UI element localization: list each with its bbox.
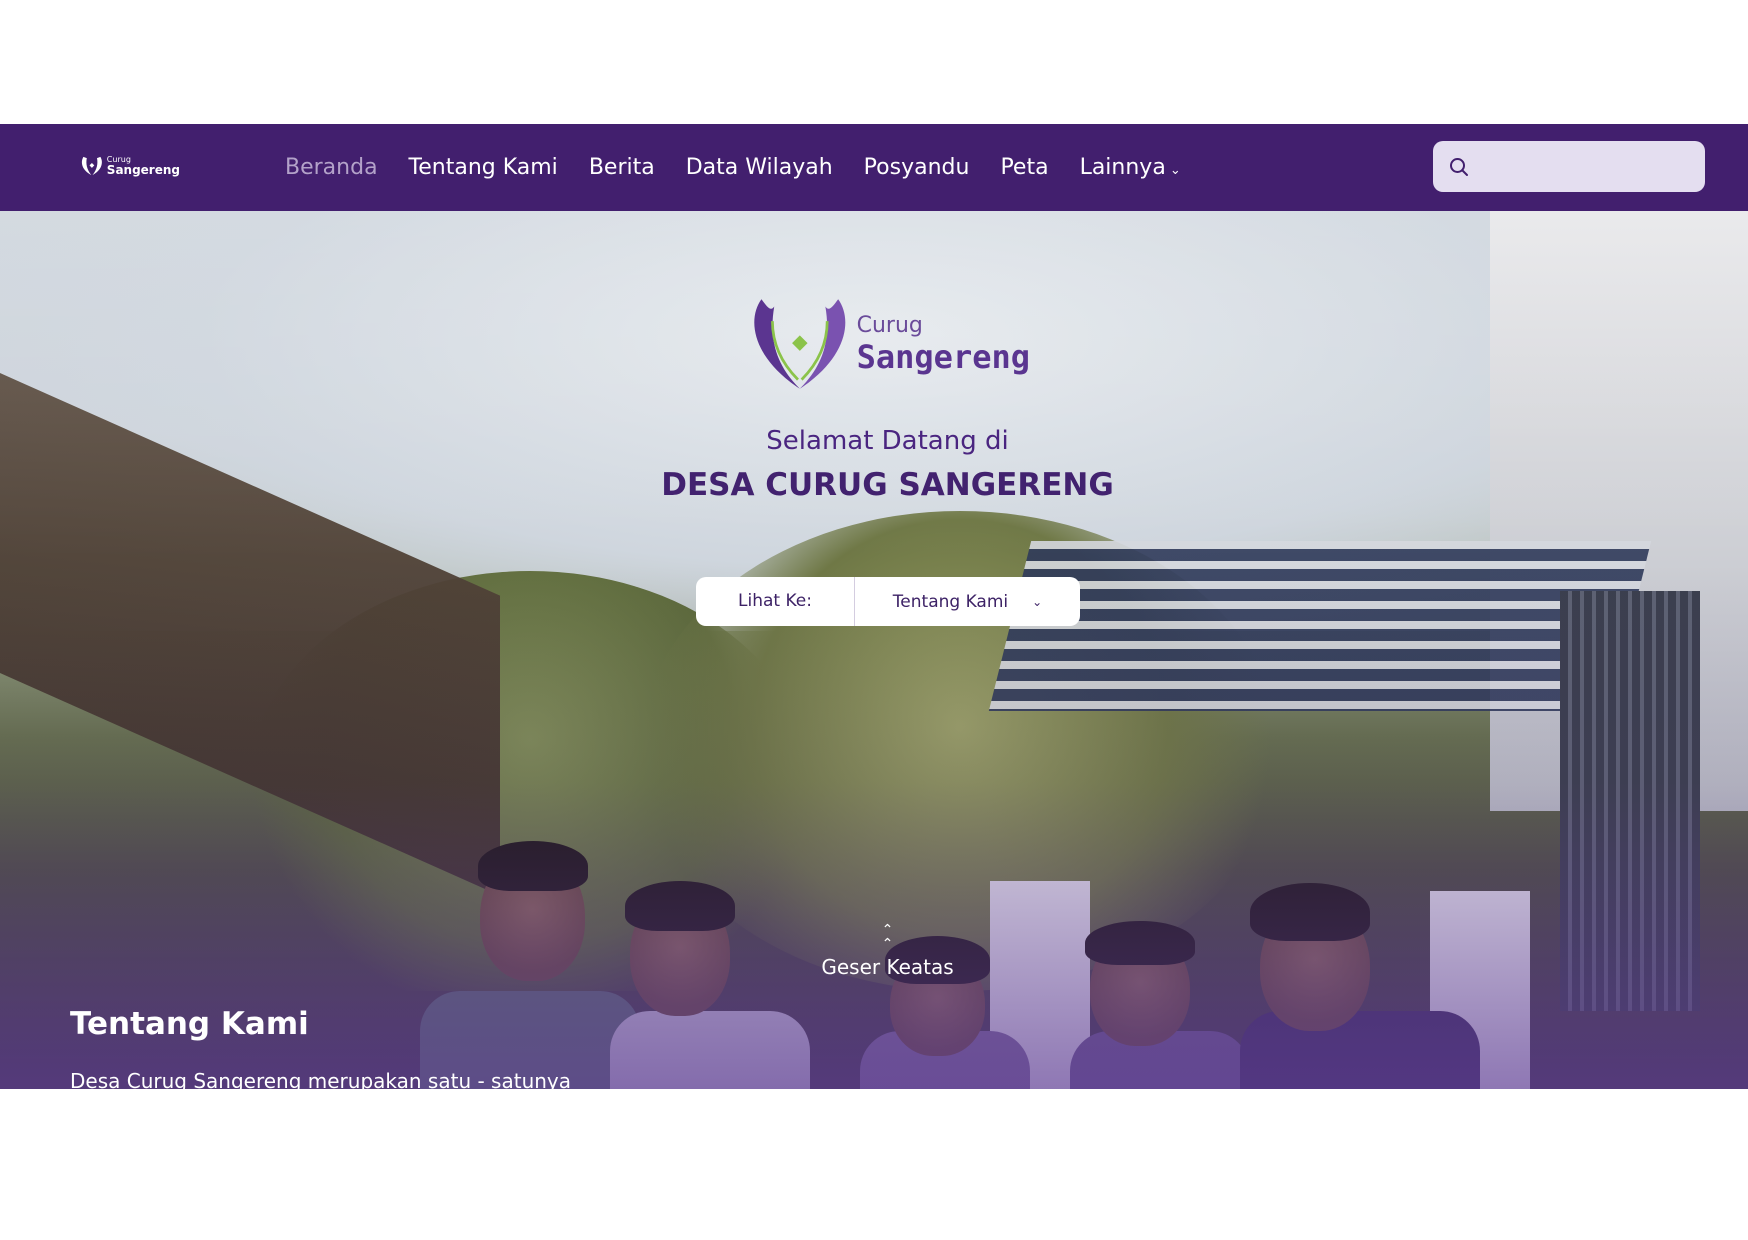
navbar: Curug Sangereng Beranda Tentang Kami Ber… <box>0 124 1748 211</box>
nav-item-data-wilayah[interactable]: Data Wilayah <box>686 155 833 180</box>
chevron-down-icon: ⌄ <box>1032 594 1043 609</box>
goto-label: Lihat Ke: <box>696 577 855 626</box>
search-input[interactable] <box>1480 146 1700 187</box>
nav-item-lainnya-label: Lainnya <box>1079 155 1166 180</box>
nav-logo[interactable]: Curug Sangereng <box>80 144 180 188</box>
scroll-up-label: Geser Keatas <box>821 955 954 979</box>
nav-item-beranda[interactable]: Beranda <box>285 155 378 180</box>
goto-selector: Lihat Ke: Tentang Kami ⌄ <box>696 577 1080 626</box>
scroll-up-hint[interactable]: ⌃ ⌃ Geser Keatas <box>0 923 1748 979</box>
goto-dropdown[interactable]: Tentang Kami ⌄ <box>855 577 1080 626</box>
hero-logo-line2: Sangereng <box>856 338 1030 376</box>
search-box[interactable] <box>1433 141 1705 192</box>
nav-item-lainnya[interactable]: Lainnya ⌄ <box>1080 155 1181 180</box>
village-title: DESA CURUG SANGERENG <box>661 467 1114 503</box>
goto-selected-value: Tentang Kami <box>892 591 1009 612</box>
welcome-text: Selamat Datang di <box>766 426 1009 456</box>
about-text: Desa Curug Sangereng merupakan satu - sa… <box>70 1069 572 1089</box>
nav-item-peta[interactable]: Peta <box>1000 155 1048 180</box>
page: Curug Sangereng Beranda Tentang Kami Ber… <box>0 0 1748 1240</box>
nav-logo-line2: Sangereng <box>106 163 180 177</box>
main-nav: Beranda Tentang Kami Berita Data Wilayah… <box>285 124 1181 211</box>
hero-content: Curug Sangereng Selamat Datang di DESA C… <box>0 211 1748 1089</box>
hero-logo: Curug Sangereng <box>745 289 1030 399</box>
hero-logo-line1: Curug <box>856 313 923 338</box>
logo-emblem-icon <box>754 299 846 389</box>
nav-item-berita[interactable]: Berita <box>589 155 655 180</box>
double-chevron-up-icon: ⌃ ⌃ <box>881 922 894 952</box>
logo-emblem-icon <box>81 156 102 176</box>
nav-item-posyandu[interactable]: Posyandu <box>864 155 970 180</box>
search-icon <box>1450 157 1468 176</box>
hero-section: Curug Sangereng Selamat Datang di DESA C… <box>0 211 1748 1089</box>
chevron-down-icon: ⌄ <box>1169 163 1181 178</box>
about-title: Tentang Kami <box>70 1006 309 1042</box>
nav-item-tentang-kami[interactable]: Tentang Kami <box>409 155 558 180</box>
